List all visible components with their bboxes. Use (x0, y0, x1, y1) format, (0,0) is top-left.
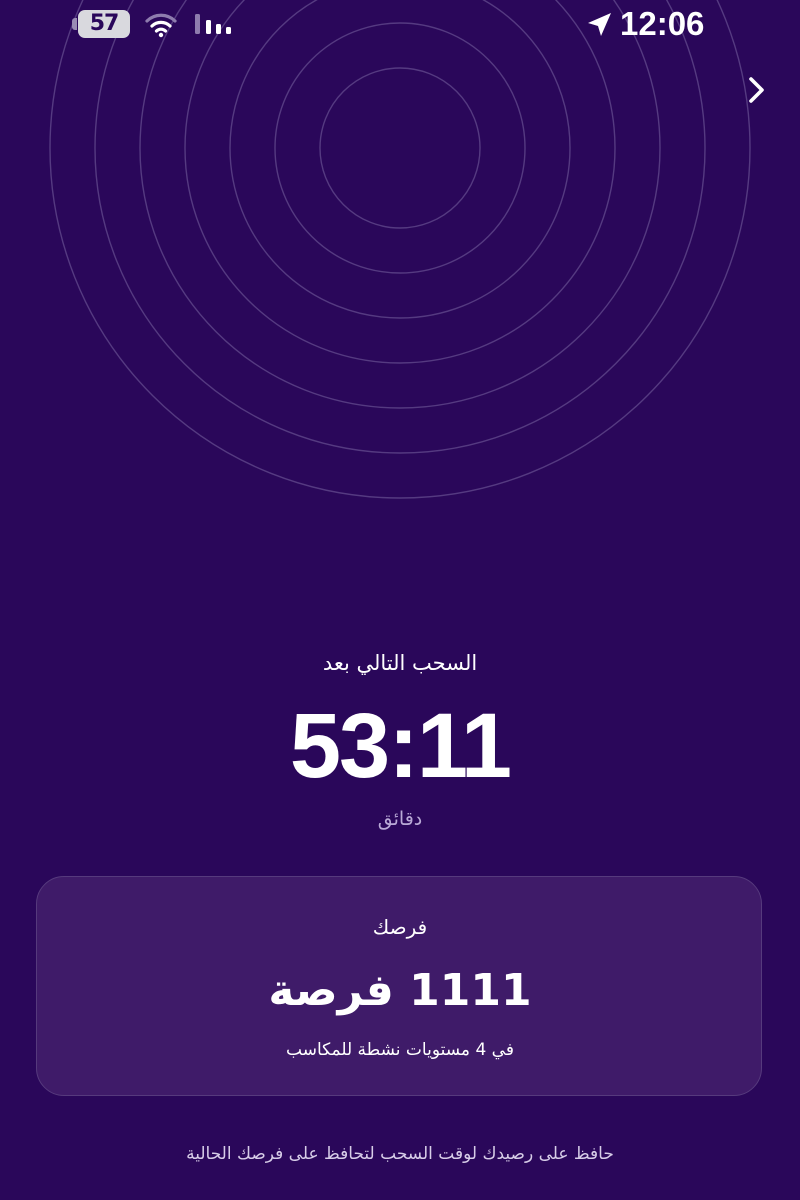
chevron-right-icon[interactable] (738, 70, 774, 110)
chances-title: فرصك (372, 915, 428, 939)
footer-note: حافظ على رصيدك لوقت السحب لتحافظ على فرص… (186, 1144, 614, 1164)
battery-icon: 57 (78, 10, 130, 38)
battery-tip (72, 18, 77, 30)
chances-count: 1111 فرصة (268, 965, 532, 1016)
status-time: 12:06 (620, 5, 705, 42)
chances-card: فرصك 1111 فرصة في 4 مستويات نشطة للمكاسب (36, 876, 762, 1096)
location-arrow-icon (588, 13, 611, 36)
concentric-rings-decoration (49, 0, 751, 499)
status-bar: 57 12:06 (0, 0, 800, 52)
countdown-unit: دقائق (377, 808, 423, 830)
wifi-icon (145, 13, 177, 38)
battery-level: 57 (89, 11, 120, 36)
signal-icon (195, 14, 231, 34)
screen: 57 12:06 السحب التالي بعد 53:11 دقائق فر… (0, 0, 800, 1200)
chances-subtitle: في 4 مستويات نشطة للمكاسب (286, 1040, 514, 1060)
next-draw-label: السحب التالي بعد (322, 651, 478, 675)
countdown-timer: 53:11 (289, 695, 512, 797)
